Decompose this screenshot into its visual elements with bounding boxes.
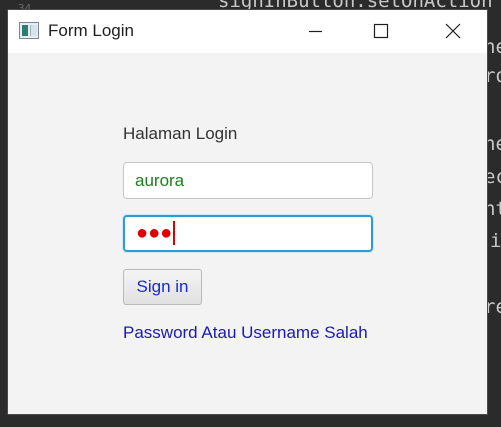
maximize-button[interactable] — [353, 10, 409, 53]
password-input[interactable]: ●●● — [123, 215, 373, 252]
form-heading: Halaman Login — [123, 124, 238, 143]
password-mask: ●●● — [136, 222, 173, 244]
error-message: Password Atau Username Salah — [123, 323, 368, 342]
minimize-button[interactable] — [287, 10, 343, 53]
maximize-icon — [373, 23, 389, 39]
window-title: Form Login — [48, 21, 134, 40]
text-caret — [173, 220, 175, 245]
close-icon — [445, 23, 461, 39]
username-input[interactable] — [123, 162, 373, 199]
title-bar[interactable]: Form Login — [8, 10, 487, 53]
sign-in-button[interactable]: Sign in — [123, 269, 202, 305]
login-window: Form Login Halaman Login ●●● Sign in Pas… — [8, 10, 487, 414]
minimize-icon — [309, 30, 322, 33]
code-line: i — [490, 230, 501, 252]
java-app-icon — [19, 22, 39, 39]
close-button[interactable] — [426, 10, 482, 53]
